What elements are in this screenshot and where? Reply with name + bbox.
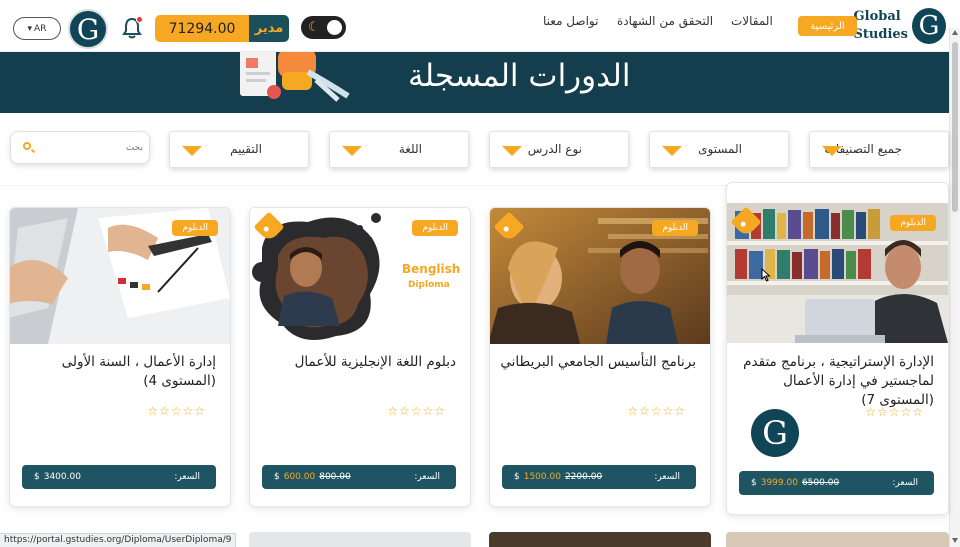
moon-icon: ☾ bbox=[308, 20, 320, 35]
course-card-next-row[interactable] bbox=[489, 532, 711, 547]
old-price: 2200.00 bbox=[564, 472, 603, 482]
course-card[interactable]: الدبلوم إدارة الأعمال ، السنة الأولى (ال… bbox=[9, 207, 231, 507]
course-title[interactable]: برنامج التأسيس الجامعي البريطاني bbox=[500, 353, 696, 372]
price-label: السعر: bbox=[414, 472, 440, 482]
top-navbar: G Global Studies الرئيسية المقالات التحق… bbox=[0, 0, 960, 52]
page: G Global Studies الرئيسية المقالات التحق… bbox=[0, 0, 960, 547]
notifications-button[interactable] bbox=[121, 16, 143, 40]
course-card[interactable]: الدبلوم برنامج التأسيس الجامعي البريطاني… bbox=[489, 207, 711, 507]
currency: $ bbox=[34, 472, 40, 482]
course-title[interactable]: إدارة الأعمال ، السنة الأولى (المستوى 4) bbox=[20, 353, 216, 391]
price-label: السعر: bbox=[174, 472, 200, 482]
filter-lesson-type-label: نوع الدرس bbox=[527, 142, 582, 156]
course-badge: الدبلوم bbox=[890, 215, 936, 231]
caret-down-icon: ▾ bbox=[27, 23, 33, 34]
chevron-down-icon bbox=[182, 146, 202, 156]
course-badge: الدبلوم bbox=[652, 220, 698, 236]
price-bar[interactable]: السعر: $ 1500.00 2200.00 bbox=[502, 465, 696, 489]
new-price: 1500.00 bbox=[523, 472, 561, 482]
price-label: السعر: bbox=[892, 478, 918, 488]
filter-lesson-type[interactable]: نوع الدرس bbox=[489, 131, 629, 168]
currency: $ bbox=[274, 472, 280, 482]
filter-language[interactable]: اللغة bbox=[329, 131, 469, 168]
price-bar[interactable]: السعر: $ 3400.00 bbox=[22, 465, 216, 489]
language-label: AR bbox=[34, 23, 47, 34]
course-card[interactable]: الدبلوم الإدارة الإستراتيجية ، برنامج مت… bbox=[726, 182, 949, 515]
nav-contact[interactable]: تواصل معنا bbox=[543, 14, 598, 28]
home-button[interactable]: الرئيسية bbox=[798, 16, 857, 36]
chevron-down-icon bbox=[662, 146, 682, 156]
provider-logo: G bbox=[751, 409, 799, 457]
wallet-balance[interactable]: 71294.00 مدير bbox=[155, 15, 289, 42]
toggle-knob bbox=[327, 20, 342, 35]
site-logo[interactable]: G Global Studies bbox=[854, 6, 946, 46]
user-role: مدير bbox=[249, 15, 289, 42]
scroll-thumb[interactable] bbox=[952, 42, 958, 212]
mouse-cursor-icon bbox=[761, 268, 771, 282]
new-price: 600.00 bbox=[283, 472, 316, 482]
course-card-next-row[interactable] bbox=[726, 532, 949, 547]
theme-toggle[interactable]: ☾ bbox=[301, 16, 346, 39]
logo-text: Global Studies bbox=[854, 8, 908, 44]
filter-level[interactable]: المستوى bbox=[649, 131, 789, 168]
course-badge: الدبلوم bbox=[412, 220, 458, 236]
filter-language-label: اللغة bbox=[398, 142, 422, 156]
old-price: 6500.00 bbox=[801, 478, 840, 488]
filter-rating-label: التقييم bbox=[230, 142, 262, 156]
search-input[interactable] bbox=[39, 138, 143, 158]
new-price: 3999.00 bbox=[760, 478, 798, 488]
banner-illustration bbox=[240, 52, 350, 102]
price-bar[interactable]: السعر: $ 600.00 800.00 bbox=[262, 465, 456, 489]
logo-text-line1: Global bbox=[853, 9, 901, 24]
nav-articles[interactable]: المقالات bbox=[731, 14, 773, 28]
course-badge: الدبلوم bbox=[172, 220, 218, 236]
currency: $ bbox=[514, 472, 520, 482]
price-bar[interactable]: السعر: $ 3999.00 6500.00 bbox=[739, 471, 934, 495]
price-values: $ 3400.00 bbox=[34, 472, 81, 482]
course-title[interactable]: دبلوم اللغة الإنجليزية للأعمال bbox=[260, 353, 456, 372]
rating-stars: ☆☆☆☆☆ bbox=[627, 404, 686, 418]
search-box[interactable] bbox=[10, 131, 150, 164]
image-caption-title: Benglish bbox=[402, 262, 461, 276]
scroll-up-arrow[interactable] bbox=[952, 30, 958, 35]
price-values: $ 600.00 800.00 bbox=[274, 472, 351, 482]
rating-stars: ☆☆☆☆☆ bbox=[865, 405, 924, 419]
currency: $ bbox=[751, 478, 757, 488]
chevron-down-icon bbox=[502, 146, 522, 156]
nav-certificate-verify[interactable]: التحقق من الشهادة bbox=[617, 14, 713, 28]
price-label: السعر: bbox=[654, 472, 680, 482]
filter-categories[interactable]: جميع التصنيفات bbox=[809, 131, 949, 168]
image-caption-subtitle: Diploma bbox=[408, 280, 450, 290]
scrollbar[interactable] bbox=[949, 28, 960, 547]
course-title[interactable]: الإدارة الإستراتيجية ، برنامج متقدم لماج… bbox=[737, 353, 934, 410]
filter-rating[interactable]: التقييم bbox=[169, 131, 309, 168]
chevron-down-icon bbox=[342, 146, 362, 156]
browser-status-url: https://portal.gstudies.org/Diploma/User… bbox=[0, 533, 237, 547]
search-icon[interactable] bbox=[23, 142, 31, 150]
filter-level-label: المستوى bbox=[698, 142, 742, 156]
price-values: $ 1500.00 2200.00 bbox=[514, 472, 602, 482]
scroll-down-arrow[interactable] bbox=[952, 538, 958, 543]
chevron-down-icon bbox=[822, 146, 842, 156]
course-card-next-row[interactable] bbox=[249, 532, 471, 547]
price: 3400.00 bbox=[43, 472, 81, 482]
notification-dot bbox=[136, 16, 143, 23]
course-card[interactable]: Benglish Diploma الدبلوم دبلوم اللغة الإ… bbox=[249, 207, 471, 507]
language-switcher[interactable]: ▾ AR bbox=[13, 17, 61, 40]
logo-text-line2: Studies bbox=[853, 27, 908, 42]
old-price: 800.00 bbox=[319, 472, 351, 482]
price-values: $ 3999.00 6500.00 bbox=[751, 478, 839, 488]
avatar[interactable]: G bbox=[68, 9, 108, 49]
rating-stars: ☆☆☆☆☆ bbox=[387, 404, 446, 418]
page-title: الدورات المسجلة bbox=[408, 58, 631, 94]
logo-mark: G bbox=[912, 8, 946, 44]
page-banner: الدورات المسجلة bbox=[0, 52, 949, 113]
rating-stars: ☆☆☆☆☆ bbox=[147, 404, 206, 418]
wallet-amount: 71294.00 bbox=[155, 15, 249, 42]
